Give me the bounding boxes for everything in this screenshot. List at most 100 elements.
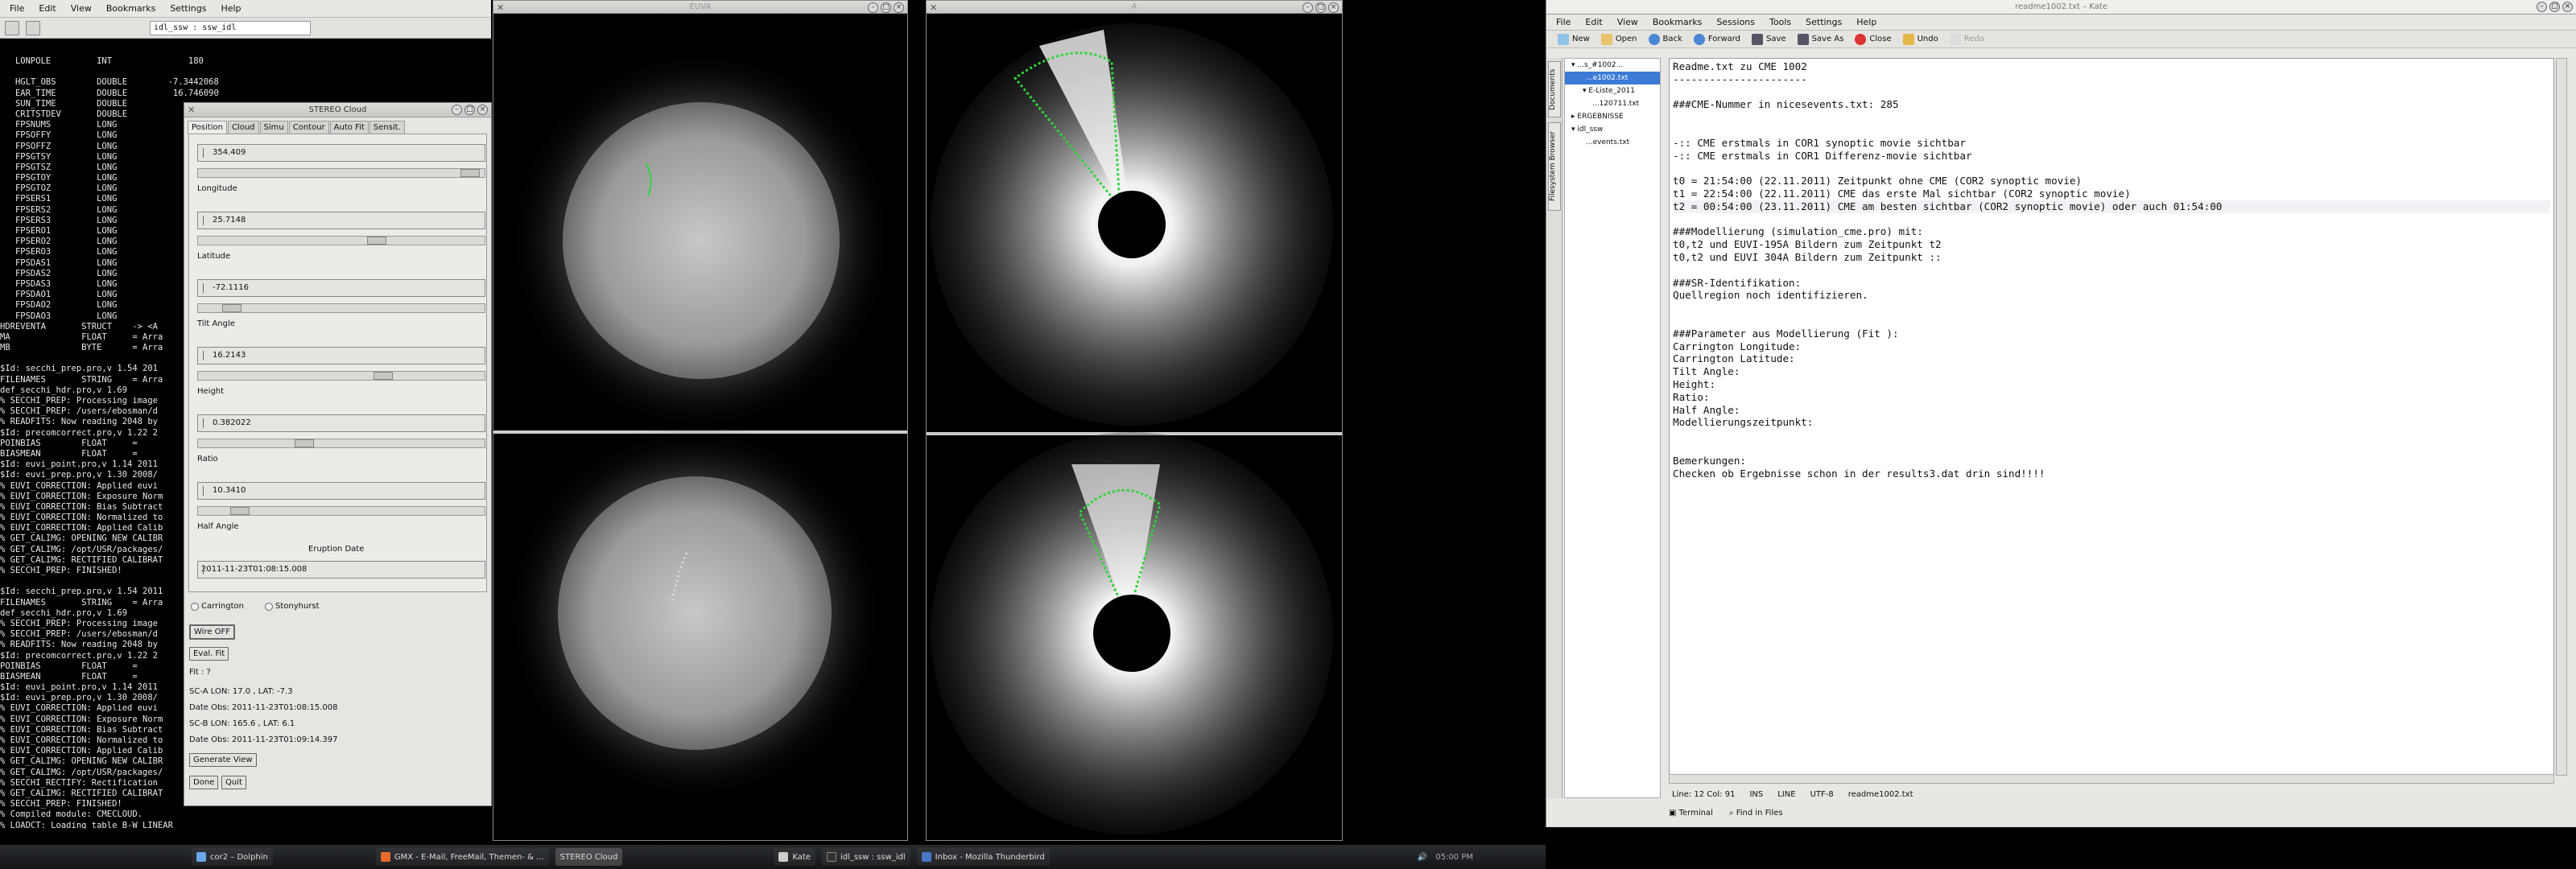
tab-cloud[interactable]: Cloud xyxy=(227,121,259,134)
editor-line[interactable]: Checken ob Ergebnisse schon in der resul… xyxy=(1673,467,2550,480)
menu-tools[interactable]: Tools xyxy=(1763,15,1798,29)
editor-line[interactable]: Carrington Longitude: xyxy=(1673,340,2550,353)
editor-line[interactable]: ---------------------- xyxy=(1673,73,2550,86)
editor-line[interactable]: Ratio: xyxy=(1673,391,2550,404)
height-slider[interactable] xyxy=(197,439,485,448)
maximize-icon[interactable]: □ xyxy=(1315,2,1326,13)
editor-line[interactable]: Quellregion noch identifizieren. xyxy=(1673,289,2550,302)
euvi-image-area[interactable] xyxy=(493,14,907,840)
radio-icon[interactable] xyxy=(265,602,273,611)
editor-line[interactable]: ###Modellierung (simulation_cme.pro) mit… xyxy=(1673,225,2550,238)
tab-position[interactable]: Position xyxy=(188,121,227,134)
editor-line[interactable]: ###CME-Nummer in nicesevents.txt: 285 xyxy=(1673,98,2550,111)
editor-line[interactable]: Bemerkungen: xyxy=(1673,455,2550,467)
cor-image-area[interactable] xyxy=(927,14,1342,840)
editor-line[interactable]: Readme.txt zu CME 1002 xyxy=(1673,60,2550,73)
ratio-slider[interactable] xyxy=(197,506,485,516)
editor-line[interactable] xyxy=(1673,442,2550,455)
menu-view[interactable]: View xyxy=(1611,15,1645,29)
editor-line[interactable]: t0,t2 und EUVI 304A Bildern zum Zeitpunk… xyxy=(1673,251,2550,264)
menu-settings[interactable]: Settings xyxy=(1799,15,1848,29)
back-button[interactable]: Back xyxy=(1648,33,1682,45)
param-field-0[interactable]: 354.409 xyxy=(197,144,485,162)
slider-knob[interactable] xyxy=(230,507,250,515)
generate-view-button[interactable]: Generate View xyxy=(189,753,257,767)
redo-button[interactable]: Redo xyxy=(1949,33,1984,45)
editor-line[interactable]: Half Angle: xyxy=(1673,404,2550,417)
minimize-icon[interactable]: – xyxy=(2537,2,2547,12)
window-menu-icon[interactable]: ✕ xyxy=(188,105,198,115)
longitude-slider[interactable] xyxy=(197,236,485,245)
close-icon[interactable]: × xyxy=(2562,2,2573,12)
editor-line[interactable] xyxy=(1673,264,2550,277)
tree-item[interactable]: ▸ ERGEBNISSE xyxy=(1565,110,1660,123)
tab-sensit[interactable]: Sensit. xyxy=(369,121,405,134)
tree-item[interactable]: ▾ E-Liste_2011 xyxy=(1565,84,1660,97)
editor-line[interactable] xyxy=(1673,315,2550,327)
editor-line[interactable]: t1 = 22:54:00 (22.11.2011) CME das erste… xyxy=(1673,187,2550,200)
terminal-tab[interactable]: ▣ Terminal xyxy=(1669,809,1713,818)
cor-titlebar[interactable]: ✕ A – □ × xyxy=(927,1,1342,14)
editor-line[interactable]: Height: xyxy=(1673,378,2550,391)
done-button[interactable]: Done xyxy=(189,776,219,789)
tab-contour[interactable]: Contour xyxy=(288,121,329,134)
menu-file[interactable]: File xyxy=(1550,15,1577,29)
menu-file[interactable]: File xyxy=(3,2,31,15)
wire-off-button[interactable]: Wire OFF xyxy=(189,624,236,640)
task-idl-ssw[interactable]: idl_ssw : ssw_idl xyxy=(821,848,910,866)
minimize-icon[interactable]: – xyxy=(868,2,878,13)
latitude-field[interactable]: -72.1116 xyxy=(197,279,485,297)
menu-bookmarks[interactable]: Bookmarks xyxy=(1646,15,1708,29)
tilt-angle-field[interactable]: 16.2143 xyxy=(197,347,485,364)
radio-carrington[interactable]: Carrington xyxy=(191,602,244,611)
menu-view[interactable]: View xyxy=(64,2,98,15)
maximize-icon[interactable]: □ xyxy=(881,2,891,13)
forward-button[interactable]: Forward xyxy=(1693,33,1740,45)
slider-knob[interactable] xyxy=(222,304,242,312)
editor-line[interactable]: ###Parameter aus Modellierung (Fit ): xyxy=(1673,327,2550,340)
minimize-icon[interactable]: – xyxy=(452,105,462,115)
insert-mode[interactable]: INS xyxy=(1749,790,1763,799)
editor-line[interactable] xyxy=(1673,302,2550,315)
terminal-tab-title[interactable]: idl_ssw : ssw_idl xyxy=(150,20,311,35)
task-kate[interactable]: Kate xyxy=(774,848,815,866)
close-icon[interactable]: × xyxy=(894,2,904,13)
slider-knob[interactable] xyxy=(367,237,386,245)
ratio-field[interactable]: 10.3410 xyxy=(197,482,485,500)
editor-line[interactable] xyxy=(1673,213,2550,226)
editor-line[interactable]: t2 = 00:54:00 (23.11.2011) CME am besten… xyxy=(1673,200,2550,213)
editor-vertical-scrollbar[interactable] xyxy=(2556,58,2567,776)
maximize-icon[interactable]: □ xyxy=(2549,2,2560,12)
editor-line[interactable] xyxy=(1673,111,2550,124)
task-gmx[interactable]: GMX - E-Mail, FreeMail, Themen- & ... xyxy=(375,848,549,866)
kate-editor[interactable]: Readme.txt zu CME 1002 ------------------… xyxy=(1669,58,2554,776)
editor-line[interactable]: t0,t2 und EUVI-195A Bildern zum Zeitpunk… xyxy=(1673,238,2550,251)
kate-titlebar[interactable]: readme1002.txt – Kate – □ × xyxy=(1546,0,2576,14)
tab-documents[interactable]: Documents xyxy=(1548,61,1561,117)
param-slider-0[interactable] xyxy=(197,168,485,178)
tab-filesystem-browser[interactable]: Filesystem Browser xyxy=(1548,122,1561,211)
editor-horizontal-scrollbar[interactable] xyxy=(1669,774,2554,784)
tree-item[interactable]: ▾ ...s_#1002... xyxy=(1565,59,1660,72)
menu-help[interactable]: Help xyxy=(1850,15,1883,29)
quit-button[interactable]: Quit xyxy=(221,776,246,789)
editor-line[interactable]: Tilt Angle: xyxy=(1673,365,2550,378)
slider-knob[interactable] xyxy=(374,372,393,380)
undo-button[interactable]: Undo xyxy=(1902,33,1938,45)
editor-line[interactable]: -:: CME erstmals in COR1 synoptic movie … xyxy=(1673,137,2550,150)
slider-knob[interactable] xyxy=(460,169,480,177)
close-icon[interactable]: × xyxy=(1328,2,1339,13)
menu-settings[interactable]: Settings xyxy=(163,2,213,15)
open-button[interactable]: Open xyxy=(1600,33,1637,45)
selection-mode[interactable]: LINE xyxy=(1777,790,1795,799)
close-button[interactable]: Close xyxy=(1855,33,1892,45)
editor-line[interactable]: -:: CME erstmals in COR1 Differenz-movie… xyxy=(1673,150,2550,163)
height-field[interactable]: 0.382022 xyxy=(197,414,485,432)
menu-edit[interactable]: Edit xyxy=(32,2,62,15)
save-as-button[interactable]: Save As xyxy=(1797,33,1843,45)
editor-line[interactable] xyxy=(1673,429,2550,442)
editor-line[interactable]: Modellierungszeitpunkt: xyxy=(1673,416,2550,429)
slider-knob[interactable] xyxy=(295,439,314,447)
editor-line[interactable]: t0 = 21:54:00 (22.11.2011) Zeitpunkt ohn… xyxy=(1673,175,2550,187)
minimize-icon[interactable]: – xyxy=(1302,2,1313,13)
